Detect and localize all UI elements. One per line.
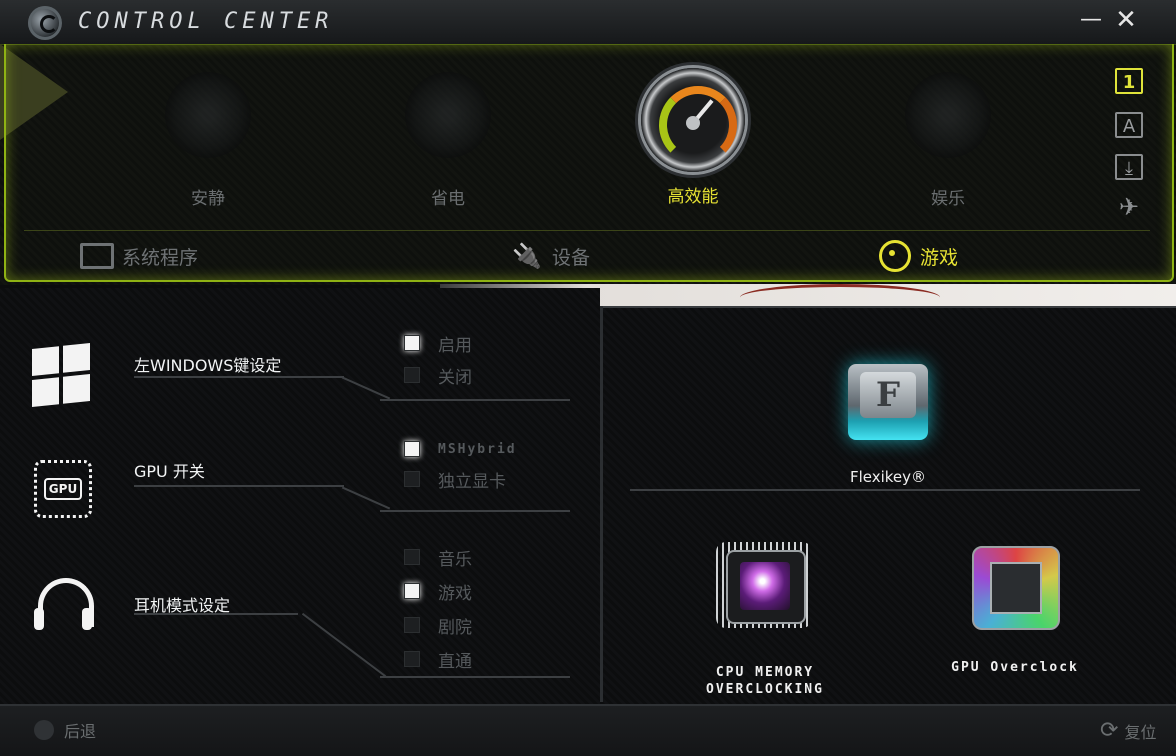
divider bbox=[380, 676, 570, 678]
gpu-discrete-option[interactable]: 独立显卡 bbox=[404, 468, 506, 492]
headset-icon bbox=[34, 578, 94, 636]
cpu-memory-overclock-button[interactable] bbox=[716, 542, 812, 628]
download-icon[interactable]: ⤓ bbox=[1115, 154, 1143, 180]
reset-button[interactable]: ⟳ 复位 bbox=[1100, 718, 1156, 743]
app-logo-icon bbox=[28, 6, 62, 40]
windows-logo-icon bbox=[32, 342, 90, 408]
divider bbox=[380, 399, 570, 401]
back-label: 后退 bbox=[64, 722, 97, 741]
gpu-overclock-label: GPU Overclock bbox=[951, 660, 1079, 675]
category-system-programs[interactable]: 系统程序 bbox=[80, 238, 198, 274]
close-button[interactable]: ✕ bbox=[1114, 7, 1138, 33]
headset-passthrough-option[interactable]: 直通 bbox=[404, 648, 472, 672]
divider bbox=[134, 376, 344, 378]
divider bbox=[134, 613, 298, 615]
gpu-chip-icon bbox=[990, 562, 1042, 614]
steering-wheel-icon bbox=[878, 240, 912, 272]
checkbox[interactable] bbox=[404, 441, 420, 457]
mode-power-saving[interactable]: 省电 bbox=[388, 72, 508, 212]
keycap-icon: F bbox=[860, 372, 916, 418]
mode-entertainment[interactable]: 娱乐 bbox=[888, 72, 1008, 212]
category-label: 设备 bbox=[552, 246, 591, 269]
checkbox[interactable] bbox=[404, 367, 420, 383]
win-key-setting-title: 左WINDOWS键设定 bbox=[134, 356, 282, 375]
win-key-enable-option[interactable]: 启用 bbox=[404, 332, 472, 356]
airplane-mode-icon[interactable]: ✈ bbox=[1115, 194, 1143, 220]
headset-game-option[interactable]: 游戏 bbox=[404, 580, 472, 604]
gpu-switch-title: GPU 开关 bbox=[134, 462, 205, 481]
win-key-disable-option[interactable]: 关闭 bbox=[404, 364, 472, 388]
cpu-memory-overclock-label: CPU MEMORY OVERCLOCKING bbox=[706, 665, 824, 697]
checkbox[interactable] bbox=[404, 549, 420, 565]
reset-label: 复位 bbox=[1124, 722, 1157, 742]
gpu-chip-icon: GPU bbox=[34, 460, 92, 518]
divider bbox=[134, 485, 344, 487]
mode-high-performance[interactable]: 高效能 bbox=[633, 68, 753, 212]
fan-icon bbox=[405, 72, 491, 158]
checkbox[interactable] bbox=[404, 651, 420, 667]
footer-bar bbox=[0, 704, 1176, 756]
minimize-button[interactable]: — bbox=[1080, 9, 1102, 31]
category-games[interactable]: 游戏 bbox=[878, 238, 958, 274]
back-icon bbox=[34, 720, 54, 740]
category-devices[interactable]: 🔌 设备 bbox=[510, 238, 590, 274]
gpu-overclock-button[interactable] bbox=[972, 546, 1060, 630]
divider bbox=[630, 489, 1140, 491]
mode-label: 娱乐 bbox=[931, 189, 965, 209]
flexikey-label: Flexikey® bbox=[849, 468, 927, 486]
checkbox[interactable] bbox=[404, 471, 420, 487]
headset-music-option[interactable]: 音乐 bbox=[404, 546, 472, 570]
speedometer-icon bbox=[641, 68, 745, 172]
panel-tab-decoration bbox=[0, 44, 68, 140]
back-button[interactable]: 后退 bbox=[34, 718, 96, 742]
flexikey-button[interactable]: F bbox=[848, 364, 928, 440]
checkbox[interactable] bbox=[404, 617, 420, 633]
category-label: 系统程序 bbox=[122, 246, 199, 269]
checkbox[interactable] bbox=[404, 335, 420, 351]
mode-label: 高效能 bbox=[667, 187, 719, 207]
app-title: Control Center bbox=[78, 9, 334, 34]
crosshair-icon bbox=[905, 72, 991, 158]
profile-1-button[interactable]: 1 bbox=[1115, 68, 1143, 94]
mode-label: 省电 bbox=[431, 189, 465, 209]
checkbox[interactable] bbox=[404, 583, 420, 599]
divider bbox=[380, 510, 570, 512]
headset-theater-option[interactable]: 剧院 bbox=[404, 614, 472, 638]
cpu-chip-icon bbox=[726, 550, 806, 624]
mode-quiet[interactable]: 安静 bbox=[148, 72, 268, 212]
plug-icon: 🔌 bbox=[512, 242, 542, 270]
refresh-icon: ⟳ bbox=[1100, 718, 1119, 743]
mode-label: 安静 bbox=[191, 189, 225, 209]
divider bbox=[24, 230, 1150, 231]
profile-a-button[interactable]: A bbox=[1115, 112, 1143, 138]
monitor-icon bbox=[80, 241, 114, 271]
speaker-icon bbox=[165, 72, 251, 158]
gpu-mshybrid-option[interactable]: MSHybrid bbox=[404, 438, 517, 460]
category-label: 游戏 bbox=[920, 246, 959, 269]
